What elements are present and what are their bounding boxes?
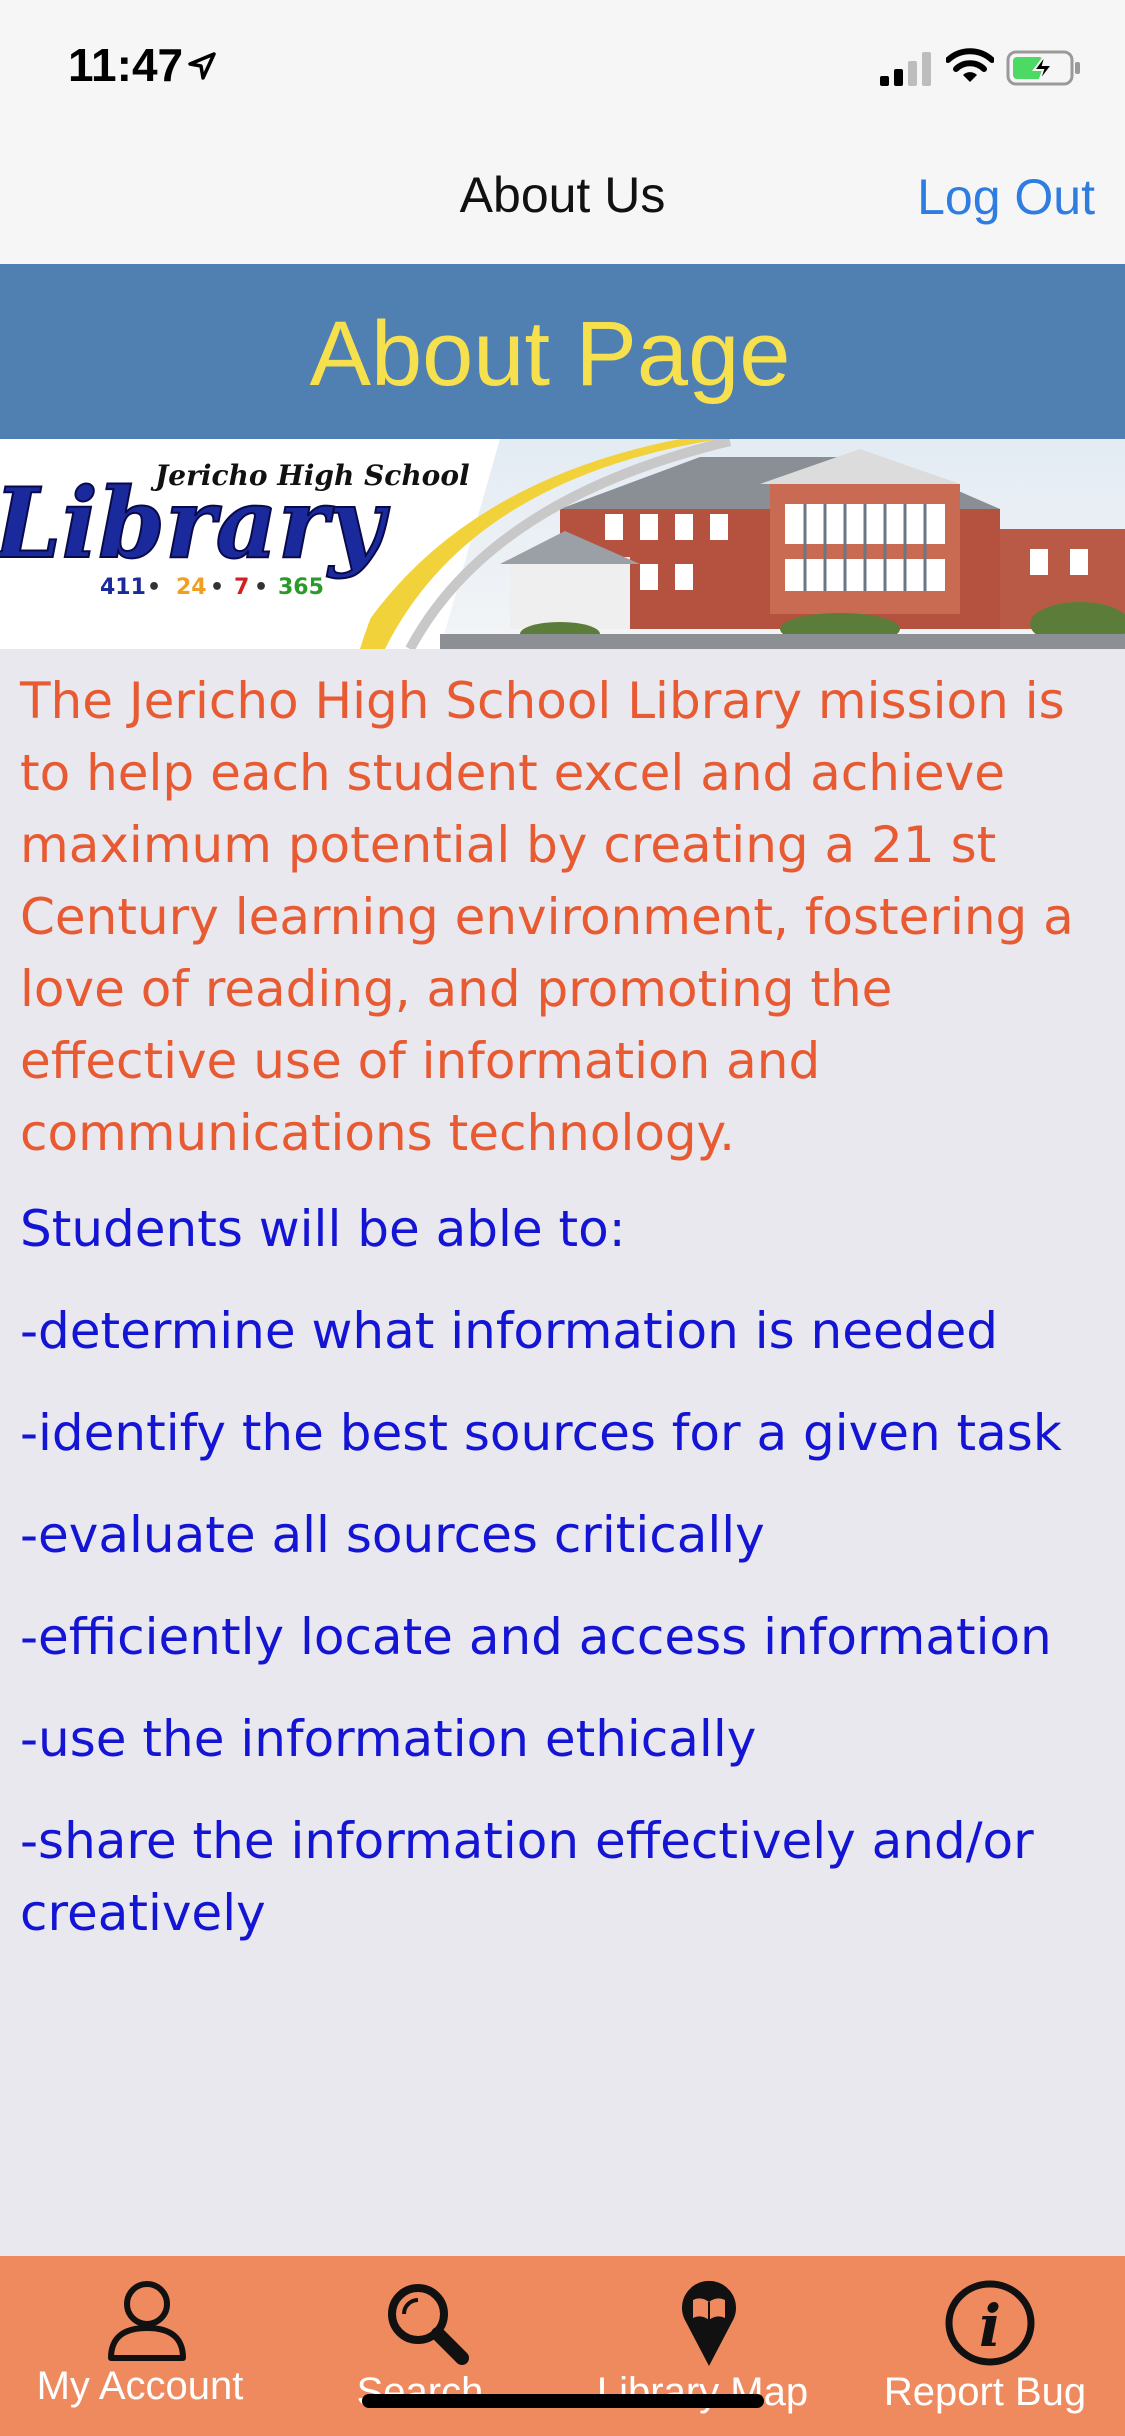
home-indicator[interactable] xyxy=(362,2394,764,2408)
magnifier-icon xyxy=(388,2284,469,2365)
banner-hours-part: 411 xyxy=(100,575,146,600)
mission-statement: The Jericho High School Library mission … xyxy=(20,672,1074,1162)
svg-text:•: • xyxy=(254,575,268,600)
banner-hours-part: 24 xyxy=(176,575,207,600)
logout-button[interactable]: Log Out xyxy=(917,168,1095,226)
wifi-icon xyxy=(946,48,994,82)
goal-item: -use the information ethically xyxy=(20,1710,757,1768)
tab-label: Report Bug xyxy=(883,2370,1087,2414)
battery-charging-icon xyxy=(1006,50,1080,86)
tab-bar: My Account Search Library Map i Report B… xyxy=(0,2256,1125,2436)
goal-item: -efficiently locate and access informati… xyxy=(20,1608,1052,1666)
banner-hours: 411 • 24 • 7 • 365 xyxy=(100,575,324,600)
cellular-signal-icon xyxy=(880,52,931,86)
status-bar: 11:47 xyxy=(0,0,1125,132)
tab-my-account[interactable]: My Account xyxy=(0,2256,280,2436)
goals-heading: Students will be able to: xyxy=(20,1200,626,1258)
info-icon: i xyxy=(945,2280,1035,2366)
person-icon xyxy=(108,2281,186,2361)
page-header: About Page xyxy=(0,264,1125,439)
navigation-bar: About Us Log Out xyxy=(0,132,1125,264)
svg-text:•: • xyxy=(147,575,161,600)
banner-library-word: Library xyxy=(0,467,390,580)
tab-library-map[interactable]: Library Map xyxy=(560,2256,845,2436)
tab-label: My Account xyxy=(36,2364,244,2408)
goal-item: -determine what information is needed xyxy=(20,1302,999,1360)
tab-search[interactable]: Search xyxy=(280,2256,560,2436)
location-arrow-icon xyxy=(188,52,216,80)
tab-report-bug[interactable]: i Report Bug xyxy=(845,2256,1125,2436)
page-heading: About Page xyxy=(309,303,791,405)
tab-label: Search xyxy=(356,2370,484,2414)
tab-label: Library Map xyxy=(596,2370,809,2414)
goal-item: -share the information effectively and/o… xyxy=(20,1812,1034,1942)
map-pin-book-icon xyxy=(682,2280,736,2366)
about-content: The Jericho High School Library mission … xyxy=(20,665,1110,1949)
banner-illustration: Jericho High School Library 411 • 24 • 7… xyxy=(0,439,1125,649)
banner-hours-part: 7 xyxy=(234,575,249,600)
svg-text:i: i xyxy=(979,2292,1001,2360)
status-time: 11:47 xyxy=(68,39,184,91)
svg-text:•: • xyxy=(210,575,224,600)
banner-hours-part: 365 xyxy=(278,575,324,600)
goal-item: -identify the best sources for a given t… xyxy=(20,1404,1062,1462)
library-banner-image: Jericho High School Library 411 • 24 • 7… xyxy=(0,439,1125,649)
goal-item: -evaluate all sources critically xyxy=(20,1506,765,1564)
